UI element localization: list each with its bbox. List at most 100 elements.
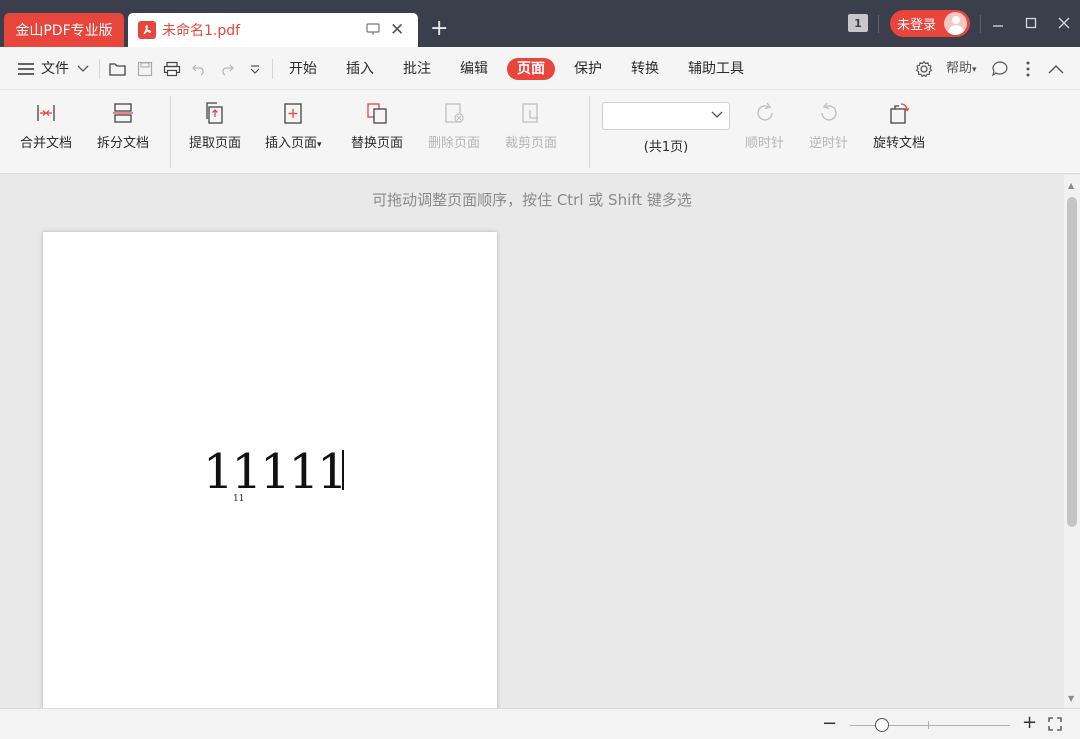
tab-start[interactable]: 开始 xyxy=(289,58,317,80)
close-icon[interactable] xyxy=(1054,12,1074,34)
crop-label: 裁剪页面 xyxy=(505,136,558,151)
scroll-down-arrow-icon[interactable]: ▼ xyxy=(1068,694,1074,703)
tab-page[interactable]: 页面 xyxy=(507,58,555,80)
open-folder-icon[interactable] xyxy=(109,60,127,78)
rotate-document-icon xyxy=(886,100,912,126)
zoom-slider-tick xyxy=(928,721,929,729)
menu-divider xyxy=(272,59,273,79)
drag-hint-text: 可拖动调整页面顺序，按住 Ctrl 或 Shift 键多选 xyxy=(372,191,692,209)
zoom-in-button[interactable]: + xyxy=(1022,712,1037,733)
text-cursor xyxy=(342,450,344,490)
split-label: 拆分文档 xyxy=(97,136,150,151)
document-tab-title: 未命名1.pdf xyxy=(162,23,241,39)
avatar-body-icon xyxy=(948,25,964,35)
replace-label: 替换页面 xyxy=(351,136,404,151)
pdf-file-icon xyxy=(138,21,156,39)
tab-protect[interactable]: 保护 xyxy=(574,58,602,80)
maximize-icon[interactable] xyxy=(1021,12,1041,34)
brand-label: 金山PDF专业版 xyxy=(15,23,113,39)
extract-pages-button[interactable]: 提取页面 xyxy=(189,100,241,151)
clockwise-label: 顺时针 xyxy=(745,136,785,151)
scrollbar-thumb[interactable] xyxy=(1067,197,1077,527)
menu-divider xyxy=(99,59,100,79)
page-range-select[interactable] xyxy=(602,102,730,130)
zoom-slider-track[interactable] xyxy=(850,725,1010,726)
chevron-down-icon xyxy=(711,108,723,123)
page-content-subscript: 11 xyxy=(233,494,245,504)
ribbon-divider xyxy=(170,96,171,168)
tab-edit[interactable]: 编辑 xyxy=(460,58,488,80)
title-divider xyxy=(980,15,981,33)
replace-page-button[interactable]: 替换页面 xyxy=(351,100,403,151)
file-menu[interactable]: 文件 xyxy=(41,58,69,80)
new-tab-button[interactable]: + xyxy=(430,17,448,41)
rotate-document-label: 旋转文档 xyxy=(873,136,926,151)
crop-page-button[interactable]: 裁剪页面 xyxy=(505,100,557,151)
login-label: 未登录 xyxy=(897,18,937,33)
undo-icon[interactable] xyxy=(190,60,208,78)
split-icon xyxy=(110,100,136,126)
tab-annotate[interactable]: 批注 xyxy=(403,58,431,80)
redo-icon[interactable] xyxy=(218,60,236,78)
zoom-slider-handle[interactable] xyxy=(875,718,889,732)
rotate-counterclockwise-icon xyxy=(816,100,842,126)
title-bar: 金山PDF专业版 未命名1.pdf ✕ + 1 未登录 xyxy=(0,0,1080,47)
feedback-chat-icon[interactable] xyxy=(991,60,1009,78)
hamburger-menu-icon[interactable] xyxy=(16,60,36,78)
split-document-button[interactable]: 拆分文档 xyxy=(97,100,149,151)
scroll-up-arrow-icon[interactable]: ▲ xyxy=(1068,181,1074,190)
merge-documents-button[interactable]: 合并文档 xyxy=(20,100,72,151)
file-menu-label: 文件 xyxy=(41,61,69,77)
title-divider xyxy=(878,15,879,33)
more-quick-actions-icon[interactable] xyxy=(246,60,264,78)
merge-icon xyxy=(33,100,59,126)
help-menu[interactable]: 帮助▾ xyxy=(946,58,977,80)
tab-convert[interactable]: 转换 xyxy=(631,58,659,80)
insert-page-text: 插入页面 xyxy=(265,136,318,151)
insert-dropdown-icon: ▾ xyxy=(317,140,322,150)
rotate-clockwise-icon xyxy=(752,100,778,126)
insert-page-label: 插入页面▾ xyxy=(265,132,322,151)
extract-page-icon xyxy=(202,100,228,126)
save-icon[interactable] xyxy=(136,60,154,78)
page-count-label: (共1页) xyxy=(643,140,689,155)
pin-tab-icon[interactable] xyxy=(365,21,381,41)
avatar-head-icon xyxy=(952,16,960,24)
avatar xyxy=(944,12,967,35)
chevron-down-icon[interactable] xyxy=(74,60,92,78)
tab-tools[interactable]: 辅助工具 xyxy=(688,58,744,80)
vertical-scrollbar[interactable]: ▲ ▼ xyxy=(1064,175,1080,708)
extract-label: 提取页面 xyxy=(189,136,242,151)
status-bar: − + xyxy=(0,708,1080,739)
merge-label: 合并文档 xyxy=(20,136,73,151)
delete-page-button[interactable]: 删除页面 xyxy=(428,100,480,151)
more-options-icon[interactable] xyxy=(1019,60,1037,78)
help-label: 帮助 xyxy=(946,61,973,76)
page-content-text: 11111 xyxy=(203,444,348,500)
delete-label: 删除页面 xyxy=(428,136,481,151)
menu-bar: 文件 开始 插入 批注 编辑 页面 保护 转换 辅助工具 帮助▾ xyxy=(0,47,1080,90)
insert-page-icon xyxy=(280,100,306,126)
crop-page-icon xyxy=(518,100,544,126)
zoom-out-button[interactable]: − xyxy=(822,713,837,734)
close-tab-icon[interactable]: ✕ xyxy=(390,20,404,40)
document-tab[interactable]: 未命名1.pdf ✕ xyxy=(128,13,418,47)
rotate-counterclockwise-button[interactable]: 逆时针 xyxy=(809,100,848,151)
counterclockwise-label: 逆时针 xyxy=(809,136,849,151)
settings-gear-icon[interactable] xyxy=(915,60,933,78)
rotate-clockwise-button[interactable]: 顺时针 xyxy=(745,100,784,151)
login-button[interactable]: 未登录 xyxy=(890,10,970,37)
window-count-badge[interactable]: 1 xyxy=(848,14,868,32)
fullscreen-icon[interactable] xyxy=(1048,717,1062,735)
minimize-icon[interactable] xyxy=(988,12,1008,34)
tab-insert[interactable]: 插入 xyxy=(346,58,374,80)
rotate-document-button[interactable]: 旋转文档 xyxy=(873,100,925,151)
collapse-ribbon-icon[interactable] xyxy=(1047,60,1065,78)
page-thumbnail-workspace: 可拖动调整页面顺序，按住 Ctrl 或 Shift 键多选 11111 11 xyxy=(0,175,1064,708)
print-icon[interactable] xyxy=(163,60,181,78)
insert-page-button[interactable]: 插入页面▾ xyxy=(265,100,322,151)
ribbon-divider xyxy=(589,96,590,168)
brand-tab[interactable]: 金山PDF专业版 xyxy=(4,13,124,47)
page-thumbnail[interactable]: 11111 11 xyxy=(43,232,497,708)
replace-page-icon xyxy=(364,100,390,126)
